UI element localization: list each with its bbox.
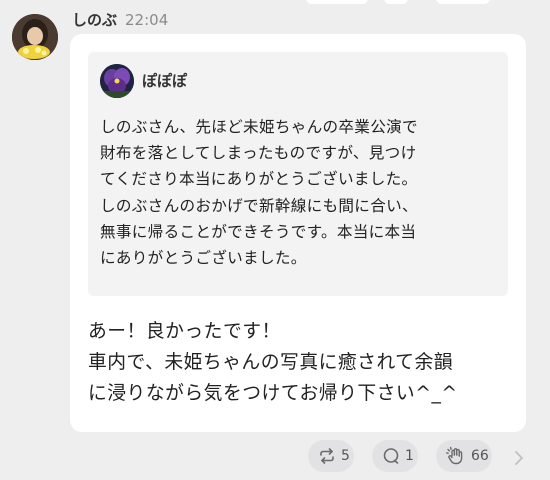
reply-text: あー！良かったです！ 車内で、未姫ちゃんの写真に癒されて余韻 に浸りながら気をつ…: [88, 316, 518, 409]
comment-count: 1: [405, 448, 414, 464]
clap-icon: [446, 446, 466, 466]
quoted-text-line: 無事に帰ることができそうです。本当に本当: [100, 222, 417, 241]
reply-text-line: あー！良かったです！: [88, 321, 281, 342]
quoted-text-line: てくださり本当にありがとうございました。: [100, 170, 418, 189]
post-header: しのぶ 22:04: [72, 10, 168, 30]
comment-button[interactable]: 1: [372, 440, 418, 472]
author-avatar[interactable]: [12, 14, 58, 60]
reply-text-line: 車内で、未姫ちゃんの写真に癒されて余韻: [88, 352, 454, 373]
previous-item-stub: [384, 0, 408, 4]
action-bar: 5 1 66: [0, 440, 550, 476]
repost-icon: [318, 447, 336, 465]
quoted-text: しのぶさん、先ほど未姫ちゃんの卒業公演で 財布を落としてしまったものですが、見つ…: [100, 114, 504, 271]
quoted-text-line: しのぶさんのおかげで新幹線にも間に合い、: [100, 196, 418, 215]
clap-count: 66: [471, 448, 489, 464]
post-card: ぽぽぽ しのぶさん、先ほど未姫ちゃんの卒業公演で 財布を落としてしまったものです…: [70, 34, 526, 432]
chevron-right-icon[interactable]: [508, 448, 528, 468]
comment-icon: [382, 447, 400, 465]
clap-button[interactable]: 66: [436, 440, 492, 472]
author-name[interactable]: しのぶ: [72, 10, 117, 30]
quoted-text-line: しのぶさん、先ほど未姫ちゃんの卒業公演で: [100, 118, 418, 136]
quoted-author-name[interactable]: ぽぽぽ: [142, 70, 187, 91]
quoted-text-line: にありがとうございました。: [100, 249, 307, 268]
quoted-post[interactable]: ぽぽぽ しのぶさん、先ほど未姫ちゃんの卒業公演で 財布を落としてしまったものです…: [88, 52, 508, 296]
previous-item-stub: [306, 0, 368, 4]
reply-text-line: に浸りながら気をつけてお帰り下さい^_^: [88, 383, 458, 404]
repost-button[interactable]: 5: [308, 440, 354, 472]
repost-count: 5: [341, 448, 350, 464]
previous-item-stub: [436, 0, 490, 4]
quoted-author-avatar[interactable]: [100, 64, 134, 98]
post-time: 22:04: [125, 11, 169, 29]
quoted-text-line: 財布を落としてしまったものですが、見つけ: [100, 144, 417, 163]
